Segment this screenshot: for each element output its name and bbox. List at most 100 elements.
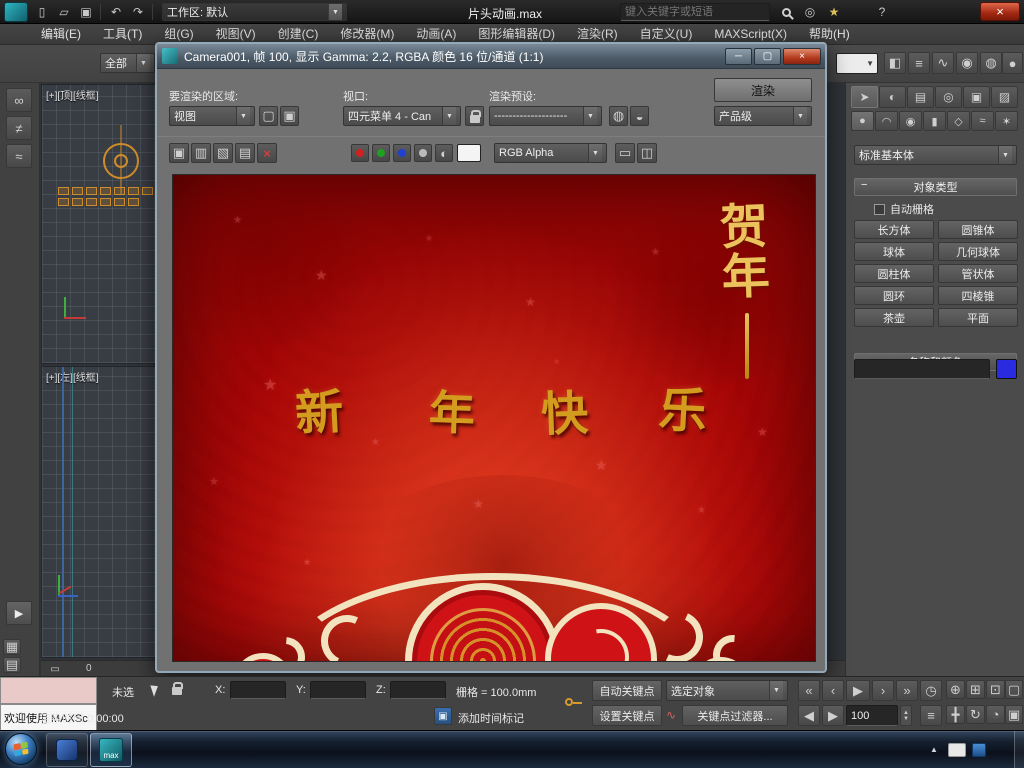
- render-production-icon[interactable]: ●: [1002, 52, 1023, 74]
- tab-motion[interactable]: ◎: [935, 86, 962, 108]
- minimize-button[interactable]: ─: [725, 47, 752, 65]
- material-editor-icon[interactable]: ◉: [956, 52, 978, 74]
- monochrome-channel-button[interactable]: [414, 144, 432, 162]
- bind-to-spacewarp-icon[interactable]: ≈: [6, 144, 32, 168]
- render-button[interactable]: 渲染: [714, 78, 812, 102]
- x-coordinate-field[interactable]: [230, 681, 286, 699]
- close-render-window-button[interactable]: ×: [783, 47, 821, 65]
- previous-key-button[interactable]: ◀: [798, 705, 820, 726]
- viewport-top-label[interactable]: [+][顶][线框]: [46, 87, 99, 102]
- rollout-object-type[interactable]: − 对象类型: [854, 178, 1017, 196]
- expand-panel-button[interactable]: ▶: [6, 601, 32, 625]
- subtab-spacewarps[interactable]: ≈: [971, 111, 994, 131]
- curve-editor-icon[interactable]: ∿: [932, 52, 954, 74]
- viewport-layout-tab2-icon[interactable]: ▤: [3, 657, 21, 673]
- selection-set-dropdown[interactable]: 选定对象 ▼: [666, 680, 788, 701]
- print-image-icon[interactable]: ▤: [235, 143, 255, 163]
- unlink-selection-icon[interactable]: ≠: [6, 116, 32, 140]
- layout-split-icon[interactable]: ◫: [637, 143, 657, 163]
- maximize-viewport-icon[interactable]: ▣: [1005, 705, 1023, 724]
- object-button-cylinder[interactable]: 圆柱体: [854, 264, 934, 283]
- viewport-left[interactable]: [+][左][线框]: [41, 366, 156, 658]
- tray-keyboard-icon[interactable]: [948, 743, 966, 757]
- object-color-swatch[interactable]: [996, 359, 1017, 379]
- workspace-dropdown[interactable]: 工作区: 默认 ▼: [162, 3, 347, 21]
- menu-tools[interactable]: 工具(T): [92, 24, 153, 45]
- clone-window-icon[interactable]: ▧: [213, 143, 233, 163]
- tray-network-icon[interactable]: [972, 743, 986, 757]
- object-button-cone[interactable]: 圆锥体: [938, 220, 1018, 239]
- layout-single-icon[interactable]: ▭: [615, 143, 635, 163]
- named-selection-set-dropdown[interactable]: ▼: [836, 53, 878, 74]
- subtab-geometry[interactable]: ●: [851, 111, 874, 131]
- taskbar-app-button[interactable]: [46, 733, 88, 767]
- track-bar-icon[interactable]: ▭: [46, 662, 64, 676]
- maxscript-listener-button[interactable]: ≡: [920, 705, 942, 726]
- listener-window-icon[interactable]: ▣: [434, 707, 452, 725]
- z-coordinate-field[interactable]: [390, 681, 446, 699]
- area-to-render-dropdown[interactable]: 视图 ▼: [169, 106, 255, 126]
- next-frame-button[interactable]: ›: [872, 680, 894, 701]
- edit-region-icon[interactable]: ▢: [259, 106, 278, 126]
- grid-setting-label[interactable]: 栅格 = 100.0mm: [456, 684, 536, 700]
- favorites-star-icon[interactable]: ★: [824, 3, 844, 21]
- zoom-extents-icon[interactable]: ⊡: [986, 680, 1005, 699]
- object-button-teapot[interactable]: 茶壶: [854, 308, 934, 327]
- app-titlebar[interactable]: ▯ ▱ ▣ ↶ ↷ 工作区: 默认 ▼ 片头动画.max ◎ ★ ? ×: [0, 0, 1024, 24]
- object-button-box[interactable]: 长方体: [854, 220, 934, 239]
- auto-key-button[interactable]: 自动关键点: [592, 680, 662, 701]
- go-to-start-button[interactable]: «: [798, 680, 820, 701]
- spinner-down-icon[interactable]: ▼: [903, 716, 909, 722]
- render-preset-dropdown[interactable]: -------------------- ▼: [489, 106, 602, 126]
- channel-display-dropdown[interactable]: RGB Alpha ▼: [494, 143, 607, 163]
- maximize-button[interactable]: ▢: [754, 47, 781, 65]
- tab-create[interactable]: ➤: [851, 86, 878, 108]
- align-icon[interactable]: ≡: [908, 52, 930, 74]
- green-channel-button[interactable]: [372, 144, 390, 162]
- subtab-helpers[interactable]: ◇: [947, 111, 970, 131]
- render-setup-dialog-icon[interactable]: ◍: [609, 106, 628, 126]
- render-window-titlebar[interactable]: Camera001, 帧 100, 显示 Gamma: 2.2, RGBA 颜色…: [157, 44, 825, 69]
- redo-icon[interactable]: ↷: [128, 3, 148, 21]
- zoom-region-icon[interactable]: ▢: [1005, 680, 1023, 699]
- object-button-pyramid[interactable]: 四棱锥: [938, 286, 1018, 305]
- mirror-icon[interactable]: ◧: [884, 52, 906, 74]
- y-coordinate-field[interactable]: [310, 681, 366, 699]
- isolate-selection-icon[interactable]: [146, 681, 164, 699]
- object-button-sphere[interactable]: 球体: [854, 242, 934, 261]
- tab-modify[interactable]: ◐: [879, 86, 906, 108]
- menu-edit[interactable]: 编辑(E): [30, 24, 92, 45]
- open-file-icon[interactable]: ▱: [54, 3, 74, 21]
- render-setup-icon[interactable]: ◍: [980, 52, 1002, 74]
- search-input[interactable]: [620, 3, 770, 21]
- search-icon[interactable]: [776, 3, 796, 21]
- background-color-swatch[interactable]: [457, 144, 481, 162]
- blue-channel-button[interactable]: [393, 144, 411, 162]
- set-key-button[interactable]: 设置关键点: [592, 705, 662, 726]
- current-frame-field[interactable]: [846, 705, 898, 726]
- object-name-input[interactable]: [854, 359, 990, 379]
- zoom-icon[interactable]: ⊕: [946, 680, 965, 699]
- selection-lock-icon[interactable]: [168, 679, 186, 697]
- play-button[interactable]: ▶: [846, 680, 870, 701]
- pan-icon[interactable]: ╋: [946, 705, 965, 724]
- taskbar-3dsmax-button[interactable]: max: [90, 733, 132, 767]
- time-configuration-button[interactable]: ◷: [920, 680, 942, 701]
- orbit-icon[interactable]: ↻: [966, 705, 985, 724]
- red-channel-button[interactable]: [351, 144, 369, 162]
- object-button-plane[interactable]: 平面: [938, 308, 1018, 327]
- save-image-icon[interactable]: ▣: [169, 143, 189, 163]
- field-of-view-icon[interactable]: ◔: [986, 705, 1005, 724]
- maxscript-macro-pane[interactable]: [0, 677, 97, 704]
- next-key-button[interactable]: ▶: [822, 705, 844, 726]
- object-button-geosphere[interactable]: 几何球体: [938, 242, 1018, 261]
- tab-hierarchy[interactable]: ▤: [907, 86, 934, 108]
- tab-display[interactable]: ▣: [963, 86, 990, 108]
- frame-spinner[interactable]: ▲ ▼: [900, 705, 912, 726]
- show-desktop-button[interactable]: [1014, 731, 1024, 768]
- category-dropdown[interactable]: 标准基本体 ▼: [854, 145, 1017, 165]
- go-to-end-button[interactable]: »: [896, 680, 918, 701]
- previous-frame-button[interactable]: ‹: [822, 680, 844, 701]
- key-filters-button[interactable]: 关键点过滤器...: [682, 705, 788, 726]
- object-button-tube[interactable]: 管状体: [938, 264, 1018, 283]
